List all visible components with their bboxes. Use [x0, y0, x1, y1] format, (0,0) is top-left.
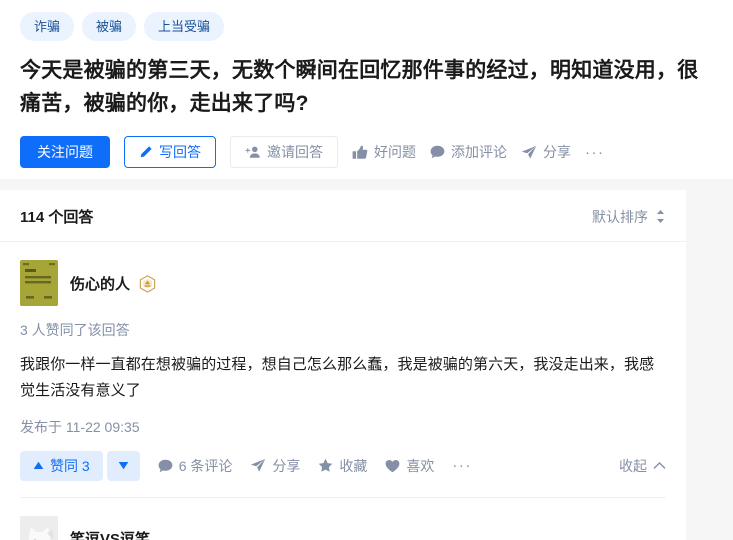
add-person-icon	[245, 145, 261, 159]
question-tag[interactable]: 上当受骗	[144, 12, 225, 41]
good-question-label: 好问题	[374, 144, 416, 161]
answers-card: 114 个回答 默认排序 伤心的人 3 人赞同了该回答 我跟你一样一直都在想被骗…	[0, 190, 686, 540]
answer-share-button[interactable]: 分享	[250, 456, 300, 476]
avatar[interactable]	[20, 515, 58, 540]
answer-item: 伤心的人 3 人赞同了该回答 我跟你一样一直都在想被骗的过程，想自己怎么那么蠢，…	[0, 242, 686, 498]
sort-selector[interactable]: 默认排序	[592, 207, 666, 227]
collapse-label: 收起	[619, 457, 647, 474]
follow-question-button[interactable]: 关注问题	[20, 136, 110, 169]
good-question-button[interactable]: 好问题	[352, 142, 416, 162]
answer-item: 笑逗VS逗笑	[0, 498, 686, 540]
avatar[interactable]	[20, 260, 58, 306]
question-action-bar: 关注问题 写回答 邀请回答 好问题 添加评论 分享 ···	[0, 120, 733, 169]
triangle-up-icon	[33, 461, 44, 470]
chevron-up-icon	[653, 461, 666, 470]
answers-header: 114 个回答 默认排序	[0, 190, 686, 242]
zhihu-question-page: 诈骗 被骗 上当受骗 今天是被骗的第三天，无数个瞬间在回忆那件事的经过，明知道没…	[0, 0, 733, 540]
share-label: 分享	[543, 144, 571, 161]
like-label: 喜欢	[406, 457, 435, 474]
hexagon-badge-icon	[139, 275, 156, 293]
thumbs-up-icon	[352, 145, 368, 160]
favorite-button[interactable]: 收藏	[318, 456, 367, 476]
question-title: 今天是被骗的第三天，无数个瞬间在回忆那件事的经过，明知道没用，很痛苦，被骗的你，…	[20, 59, 699, 115]
sort-label: 默认排序	[592, 208, 648, 225]
answers-count-label: 114 个回答	[20, 209, 94, 226]
question-header-card: 诈骗 被骗 上当受骗 今天是被骗的第三天，无数个瞬间在回忆那件事的经过，明知道没…	[0, 0, 733, 179]
answer-author-name[interactable]: 伤心的人	[70, 276, 130, 293]
answer-content: 我跟你一样一直都在想被骗的过程，想自己怎么那么蠢，我是被骗的第六天，我没走出来，…	[20, 356, 655, 400]
add-comment-button[interactable]: 添加评论	[430, 142, 507, 162]
answer-author-row: 伤心的人	[20, 260, 666, 306]
heart-icon	[385, 459, 400, 473]
upvote-label: 赞同 3	[50, 457, 90, 474]
like-button[interactable]: 喜欢	[385, 456, 434, 476]
downvote-button[interactable]	[106, 450, 140, 481]
vote-group: 赞同 3	[20, 450, 140, 481]
comments-label: 6 条评论	[178, 457, 233, 474]
upvote-button[interactable]: 赞同 3	[20, 450, 103, 481]
pencil-icon	[139, 145, 153, 159]
share-button[interactable]: 分享	[521, 142, 571, 162]
answer-more-options-icon[interactable]: ···	[452, 457, 472, 474]
invite-answer-button[interactable]: 邀请回答	[230, 136, 338, 169]
share-icon	[521, 145, 537, 160]
chevron-updown-icon	[655, 209, 666, 224]
favorite-label: 收藏	[339, 457, 368, 474]
question-tag[interactable]: 被骗	[82, 12, 137, 41]
comment-icon	[430, 145, 445, 159]
comments-button[interactable]: 6 条评论	[158, 456, 233, 476]
answer-share-label: 分享	[272, 457, 301, 474]
write-answer-button[interactable]: 写回答	[124, 136, 216, 169]
follow-question-label: 关注问题	[37, 144, 93, 161]
more-options-icon[interactable]: ···	[585, 144, 605, 161]
answer-publish-time: 发布于 11-22 09:35	[20, 418, 140, 435]
answer-footer-bar: 赞同 3 6 条评论 分享 收藏 喜欢 ··· 收起	[20, 437, 666, 498]
add-comment-label: 添加评论	[451, 144, 507, 161]
answer-author-name[interactable]: 笑逗VS逗笑	[70, 531, 150, 540]
comment-icon	[158, 459, 173, 473]
triangle-down-icon	[118, 461, 129, 470]
share-icon	[250, 458, 266, 473]
answer-author: 伤心的人	[70, 273, 156, 294]
invite-answer-label: 邀请回答	[267, 144, 323, 161]
question-tag-list: 诈骗 被骗 上当受骗	[0, 0, 733, 41]
answer-author: 笑逗VS逗笑	[70, 528, 150, 540]
question-tag[interactable]: 诈骗	[20, 12, 75, 41]
collapse-answer-button[interactable]: 收起	[619, 456, 666, 476]
write-answer-label: 写回答	[159, 144, 201, 161]
star-icon	[318, 458, 333, 473]
answer-author-row: 笑逗VS逗笑	[20, 515, 666, 540]
answer-vote-note: 3 人赞同了该回答	[20, 322, 130, 338]
